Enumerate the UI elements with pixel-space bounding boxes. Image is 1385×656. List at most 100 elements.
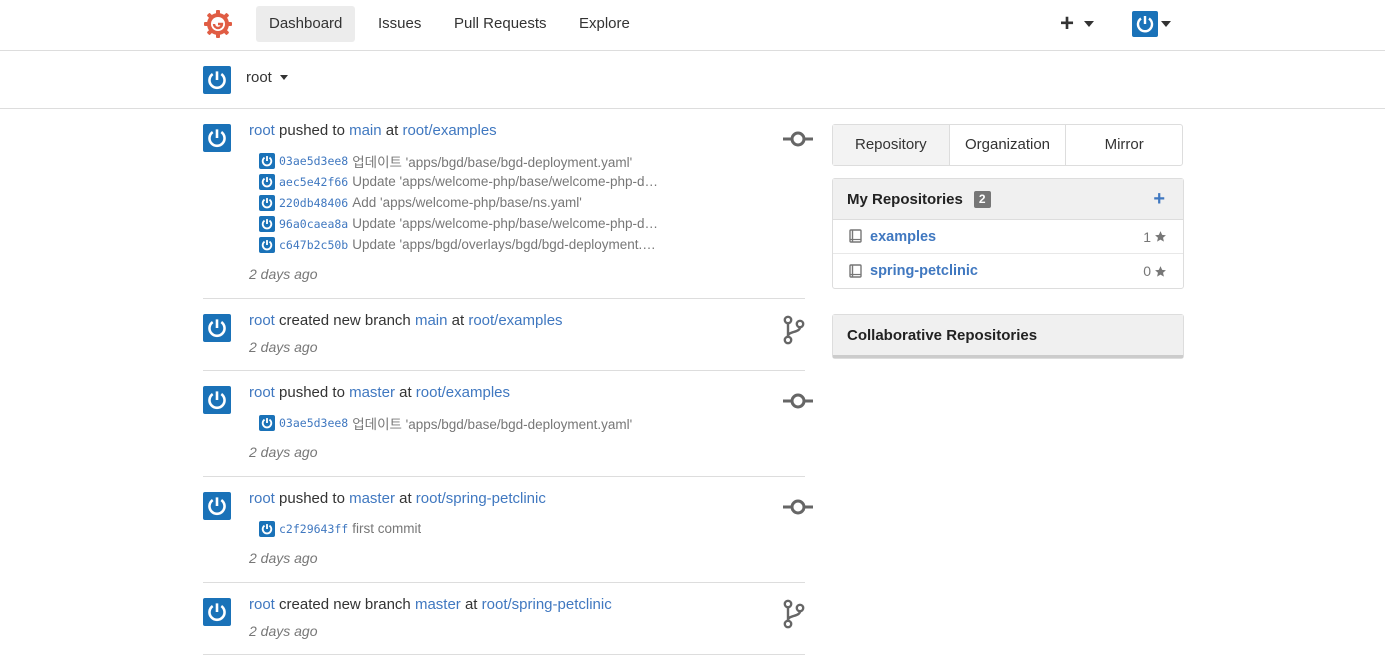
gitea-logo-icon[interactable]: [203, 9, 233, 39]
nav-dashboard[interactable]: Dashboard: [256, 6, 356, 42]
branch-link[interactable]: master: [349, 384, 395, 401]
feed-item: root created new branch main at root/exa…: [203, 299, 805, 371]
context-switcher-bar: root: [0, 51, 1385, 109]
user-link[interactable]: root: [249, 122, 275, 139]
feed-title: root pushed to master at root/spring-pet…: [249, 490, 805, 508]
nav-explore[interactable]: Explore: [566, 6, 643, 42]
panel-header: My Repositories 2 +: [833, 179, 1183, 220]
avatar: [259, 414, 275, 431]
user-link[interactable]: root: [249, 490, 275, 507]
repo-type-tabs: Repository Organization Mirror: [832, 124, 1183, 166]
commit-sha-link[interactable]: aec5e42f66: [279, 175, 348, 189]
context-name: root: [246, 69, 272, 86]
panel-header: Collaborative Repositories: [833, 315, 1183, 358]
avatar: [259, 194, 275, 211]
at-text: at: [399, 384, 412, 401]
commit-row: 03ae5d3ee8 업데이트 'apps/bgd/base/bgd-deplo…: [259, 412, 659, 433]
commit-sha-link[interactable]: 03ae5d3ee8: [279, 154, 348, 168]
commit-message: 업데이트 'apps/bgd/base/bgd-deployment.yaml': [352, 416, 633, 432]
action-text: pushed to: [279, 490, 345, 507]
user-link[interactable]: root: [249, 596, 275, 613]
top-navbar: Dashboard Issues Pull Requests Explore +: [0, 0, 1385, 51]
branch-link[interactable]: master: [415, 596, 461, 613]
context-switcher[interactable]: root: [246, 69, 288, 86]
avatar: [259, 236, 275, 253]
tab-organization[interactable]: Organization: [948, 125, 1066, 165]
repo-link[interactable]: root/examples: [402, 122, 496, 139]
commit-icon: [783, 499, 813, 515]
commit-message: 업데이트 'apps/bgd/base/bgd-deployment.yaml': [352, 154, 633, 170]
timestamp: 2 days ago: [249, 339, 318, 355]
repo-link[interactable]: root/spring-petclinic: [482, 596, 612, 613]
activity-feed: root pushed to main at root/examples 03a…: [203, 109, 813, 655]
repo-icon: [849, 263, 862, 278]
timestamp: 2 days ago: [249, 550, 318, 566]
commit-sha-link[interactable]: c2f29643ff: [279, 522, 348, 536]
add-repo-button[interactable]: +: [1153, 188, 1165, 211]
caret-down-icon: [1161, 21, 1171, 27]
avatar[interactable]: [203, 386, 231, 414]
nav-issues[interactable]: Issues: [365, 6, 434, 42]
repo-list-item[interactable]: examples 1: [833, 220, 1183, 254]
commit-row: 96a0caea8a Update 'apps/welcome-php/base…: [259, 213, 659, 234]
commit-sha-link[interactable]: 96a0caea8a: [279, 217, 348, 231]
branch-link[interactable]: master: [349, 490, 395, 507]
commit-sha-link[interactable]: c647b2c50b: [279, 238, 348, 252]
feed-item: root pushed to master at root/examples 0…: [203, 371, 813, 477]
timestamp: 2 days ago: [249, 266, 318, 282]
tab-repository[interactable]: Repository: [833, 125, 949, 165]
repo-link[interactable]: root/examples: [468, 312, 562, 329]
panel-title: My Repositories: [847, 190, 963, 208]
commit-sha-link[interactable]: 220db48406: [279, 196, 348, 210]
avatar[interactable]: [203, 124, 231, 152]
commit-row: 220db48406 Add 'apps/welcome-php/base/ns…: [259, 192, 659, 213]
repo-link[interactable]: root/examples: [416, 384, 510, 401]
my-repositories-panel: My Repositories 2 + examples 1 spring-pe…: [832, 178, 1184, 289]
commit-row: 03ae5d3ee8 업데이트 'apps/bgd/base/bgd-deplo…: [259, 150, 659, 171]
feed-title: root created new branch main at root/exa…: [249, 312, 805, 330]
at-text: at: [451, 312, 465, 329]
collaborative-repositories-panel: Collaborative Repositories: [832, 314, 1184, 359]
nav-pull-requests[interactable]: Pull Requests: [441, 6, 560, 42]
user-menu[interactable]: [1132, 11, 1171, 37]
action-text: created new branch: [279, 596, 411, 613]
star-count: 1: [1143, 229, 1167, 245]
repo-list-item[interactable]: spring-petclinic 0: [833, 254, 1183, 288]
branch-icon: [783, 599, 805, 629]
tab-mirror[interactable]: Mirror: [1065, 125, 1182, 165]
avatar: [259, 520, 275, 537]
repo-count-badge: 2: [973, 190, 991, 208]
feed-item: root created new branch master at root/s…: [203, 583, 805, 655]
feed-title: root created new branch master at root/s…: [249, 596, 805, 614]
repo-name-link[interactable]: spring-petclinic: [870, 263, 1143, 279]
commit-icon: [783, 393, 813, 409]
commit-sha-link[interactable]: 03ae5d3ee8: [279, 416, 348, 430]
at-text: at: [385, 122, 399, 139]
commit-list: c2f29643ff first commit: [259, 518, 805, 539]
repo-name-link[interactable]: examples: [870, 229, 1143, 245]
plus-icon: +: [1060, 10, 1075, 37]
avatar[interactable]: [203, 314, 231, 342]
star-count-value: 0: [1143, 263, 1151, 279]
avatar[interactable]: [203, 598, 231, 626]
repo-link[interactable]: root/spring-petclinic: [416, 490, 546, 507]
at-text: at: [399, 490, 412, 507]
create-menu[interactable]: +: [1060, 10, 1095, 37]
avatar: [1132, 11, 1158, 37]
feed-title: root pushed to main at root/examples: [249, 122, 805, 140]
timestamp: 2 days ago: [249, 623, 318, 639]
avatar[interactable]: [203, 492, 231, 520]
user-link[interactable]: root: [249, 312, 275, 329]
user-link[interactable]: root: [249, 384, 275, 401]
branch-link[interactable]: main: [415, 312, 448, 329]
avatar: [259, 173, 275, 190]
commit-message: Update 'apps/welcome-php/base/welcome-ph…: [352, 216, 659, 231]
feed-item: root pushed to main at root/examples 03a…: [203, 109, 813, 299]
timestamp: 2 days ago: [249, 444, 318, 460]
avatar: [203, 66, 231, 94]
action-text: pushed to: [279, 122, 345, 139]
commit-row: aec5e42f66 Update 'apps/welcome-php/base…: [259, 171, 659, 192]
action-text: created new branch: [279, 312, 411, 329]
commit-message: first commit: [352, 521, 422, 536]
branch-link[interactable]: main: [349, 122, 382, 139]
